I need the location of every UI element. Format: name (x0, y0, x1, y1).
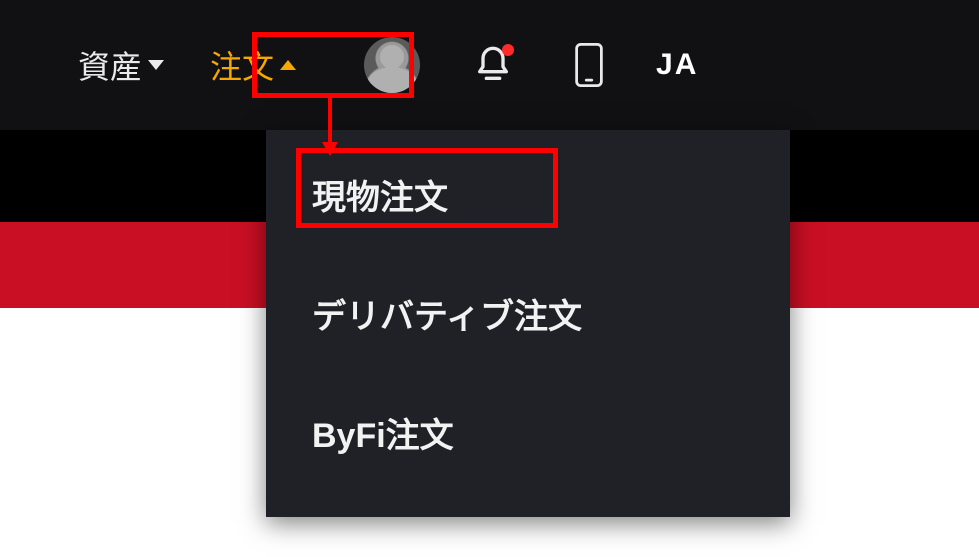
nav-assets-label: 資産 (78, 42, 142, 88)
mobile-app-button[interactable] (554, 30, 624, 100)
caret-down-icon (148, 60, 164, 70)
dropdown-item-byfi[interactable]: ByFi注文 (266, 382, 790, 483)
notification-dot-icon (502, 44, 514, 56)
annotation-highlight-spot (296, 148, 558, 228)
dropdown-item-byfi-label: ByFi注文 (312, 417, 454, 455)
language-selector[interactable]: JA (642, 38, 712, 92)
top-nav-bar: 資産 注文 JA (0, 0, 979, 130)
smartphone-icon (575, 43, 603, 87)
page-background-right (790, 308, 979, 557)
notifications-button[interactable] (458, 30, 528, 100)
dropdown-item-derivatives-label: デリバティブ注文 (312, 298, 582, 336)
dropdown-item-derivatives[interactable]: デリバティブ注文 (266, 263, 790, 364)
page-background-left (0, 308, 266, 557)
language-label: JA (656, 48, 698, 81)
nav-assets[interactable]: 資産 (60, 32, 182, 98)
annotation-highlight-orders (252, 32, 414, 98)
